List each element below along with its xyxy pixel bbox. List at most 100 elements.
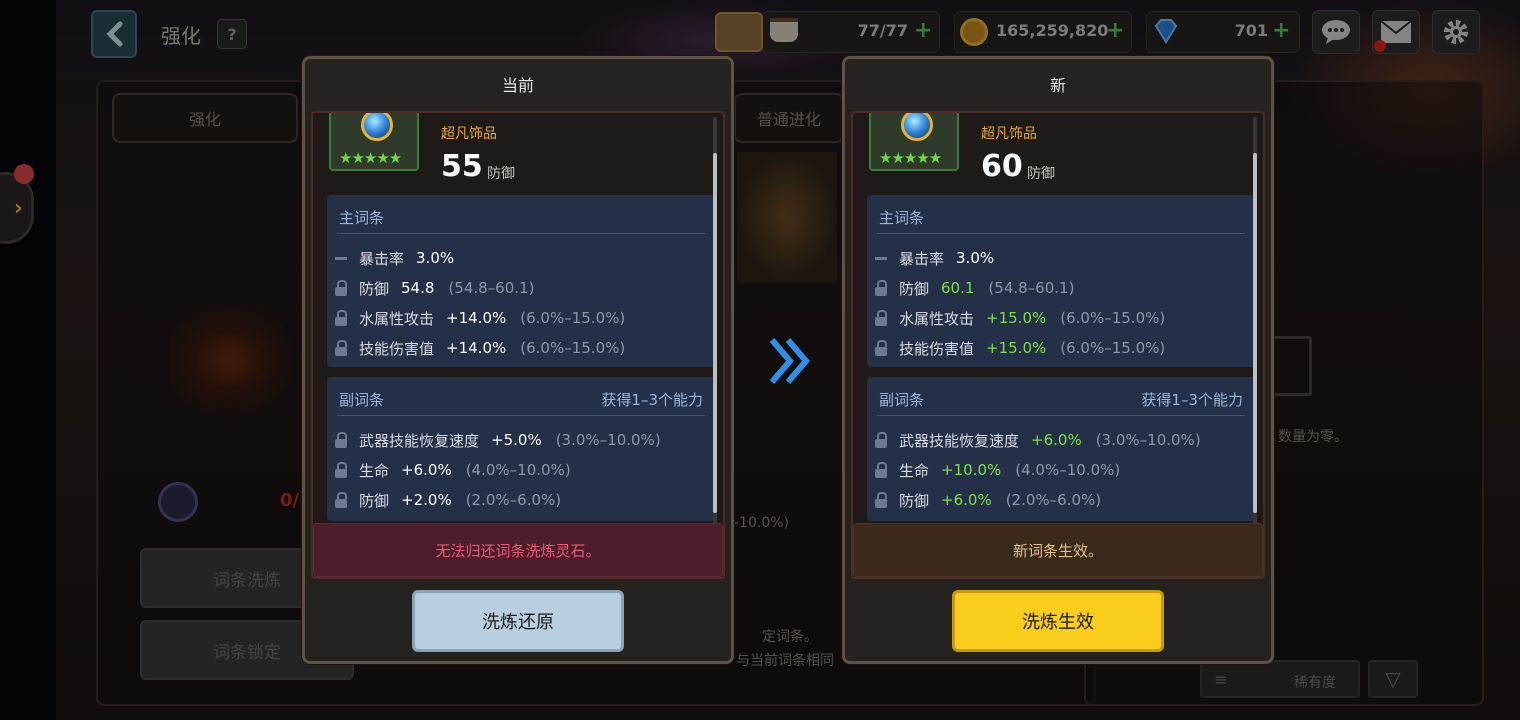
stat-row: 生命 +6.0% (4.0%–10.0%) <box>335 459 571 481</box>
stat-range: (6.0%–15.0%) <box>520 339 626 357</box>
lock-icon[interactable] <box>335 462 347 478</box>
lock-icon[interactable] <box>875 492 887 508</box>
stat-name: 武器技能恢复速度 <box>359 431 480 450</box>
stat-name: 生命 <box>359 461 390 480</box>
stat-name: 防御 <box>359 279 390 298</box>
lock-icon[interactable] <box>335 280 347 296</box>
lock-icon[interactable] <box>875 280 887 296</box>
stat-name: 暴击率 <box>359 249 405 268</box>
main-stats-box: 主词条 暴击率 3.0% 防御 60.1 (54.8–60.1) 水属性攻击 +15.0… <box>867 195 1255 367</box>
stat-row: 水属性攻击 +14.0% (6.0%–15.0%) <box>335 307 625 329</box>
sub-stats-gain: 获得1–3个能力 <box>1141 391 1243 409</box>
stat-range: (6.0%–15.0%) <box>1060 309 1166 327</box>
stat-range: (2.0%–6.0%) <box>465 491 562 509</box>
lock-icon[interactable] <box>875 340 887 356</box>
sub-stats-title: 副词条 <box>339 391 385 409</box>
stat-name: 防御 <box>899 279 930 298</box>
stat-row: 防御 +6.0% (2.0%–6.0%) <box>875 489 1101 511</box>
rarity-stars: ★★★★★ <box>339 149 402 167</box>
stat-name: 技能伤害值 <box>359 339 435 358</box>
item-defense-label: 防御 <box>487 166 515 182</box>
stat-row: 生命 +10.0% (4.0%–10.0%) <box>875 459 1120 481</box>
rarity-stars: ★★★★★ <box>879 149 942 167</box>
item-grade: 超凡饰品 <box>441 126 497 142</box>
new-panel-header: 新 <box>845 59 1271 109</box>
stat-name: 水属性攻击 <box>359 309 435 328</box>
stat-value: +14.0% <box>446 339 507 357</box>
stat-value: +10.0% <box>941 461 1002 479</box>
lock-icon[interactable] <box>335 492 347 508</box>
sub-stats-box: 副词条 获得1–3个能力 武器技能恢复速度 +6.0% (3.0%–10.0%) 生… <box>867 377 1255 521</box>
modal-overlay <box>0 0 1520 720</box>
stat-row: 武器技能恢复速度 +6.0% (3.0%–10.0%) <box>875 429 1201 451</box>
lock-icon[interactable] <box>875 432 887 448</box>
main-stats-title: 主词条 <box>879 209 925 227</box>
stat-value: +5.0% <box>491 431 542 449</box>
lock-icon[interactable] <box>335 432 347 448</box>
current-panel-header: 当前 <box>305 59 731 109</box>
stat-range: (6.0%–15.0%) <box>1060 339 1166 357</box>
scrollbar-thumb[interactable] <box>1253 153 1257 513</box>
item-defense-value: 60 <box>981 149 1023 184</box>
stat-value: +15.0% <box>986 309 1047 327</box>
dash-icon <box>335 256 347 260</box>
divider <box>337 415 705 416</box>
item-defense-label: 防御 <box>1027 166 1055 182</box>
main-stats-title: 主词条 <box>339 209 385 227</box>
stat-value: +6.0% <box>401 461 452 479</box>
stat-name: 防御 <box>359 491 390 510</box>
stat-range: (4.0%–10.0%) <box>465 461 571 479</box>
stat-value: +6.0% <box>941 491 992 509</box>
stat-row: 水属性攻击 +15.0% (6.0%–15.0%) <box>875 307 1165 329</box>
stat-row: 防御 54.8 (54.8–60.1) <box>335 277 534 299</box>
stat-name: 防御 <box>899 491 930 510</box>
stat-name: 暴击率 <box>899 249 945 268</box>
new-item-panel: 新 ★★★★★ 超凡饰品 60 防御 主词条 暴击率 3.0% 防御 60.1 (54… <box>842 56 1274 664</box>
stat-name: 技能伤害值 <box>899 339 975 358</box>
stat-row: 技能伤害值 +15.0% (6.0%–15.0%) <box>875 337 1165 359</box>
stat-row: 暴击率 3.0% <box>875 247 1008 269</box>
accessory-icon: ★★★★★ <box>869 113 959 171</box>
new-item-details[interactable]: ★★★★★ 超凡饰品 60 防御 主词条 暴击率 3.0% 防御 60.1 (54.8… <box>851 111 1265 579</box>
main-stats-box: 主词条 暴击率 3.0% 防御 54.8 (54.8–60.1) 水属性攻击 +14.0… <box>327 195 715 367</box>
sub-stats-gain: 获得1–3个能力 <box>601 391 703 409</box>
stat-value: 3.0% <box>956 249 995 267</box>
divider <box>877 415 1245 416</box>
stat-value: +6.0% <box>1031 431 1082 449</box>
lock-icon[interactable] <box>335 340 347 356</box>
sub-stats-title: 副词条 <box>879 391 925 409</box>
ring-icon <box>901 113 933 141</box>
apply-button[interactable]: 洗炼生效 <box>952 590 1164 652</box>
success-notice: 新词条生效。 <box>853 523 1263 577</box>
current-item-details[interactable]: ★★★★★ 超凡饰品 55 防御 主词条 暴击率 3.0% 防御 54.8 (54.8… <box>311 111 725 579</box>
divider <box>877 233 1245 234</box>
restore-button[interactable]: 洗炼还原 <box>412 590 624 652</box>
divider <box>337 233 705 234</box>
dash-icon <box>875 256 887 260</box>
lock-icon[interactable] <box>875 310 887 326</box>
stat-value: 3.0% <box>416 249 455 267</box>
stat-name: 生命 <box>899 461 930 480</box>
double-chevron-right-icon <box>768 336 812 386</box>
sub-stats-box: 副词条 获得1–3个能力 武器技能恢复速度 +5.0% (3.0%–10.0%) 生… <box>327 377 715 521</box>
lock-icon[interactable] <box>875 462 887 478</box>
scrollbar-thumb[interactable] <box>713 153 717 513</box>
stat-row: 技能伤害值 +14.0% (6.0%–15.0%) <box>335 337 625 359</box>
stat-range: (54.8–60.1) <box>448 279 535 297</box>
item-grade: 超凡饰品 <box>981 126 1037 142</box>
stat-value: 54.8 <box>401 279 435 297</box>
stat-value: +2.0% <box>401 491 452 509</box>
stat-range: (54.8–60.1) <box>988 279 1075 297</box>
stat-row: 武器技能恢复速度 +5.0% (3.0%–10.0%) <box>335 429 661 451</box>
stat-range: (2.0%–6.0%) <box>1005 491 1102 509</box>
item-defense-value: 55 <box>441 149 483 184</box>
stat-value: 60.1 <box>941 279 975 297</box>
warning-notice: 无法归还词条洗炼灵石。 <box>313 523 723 577</box>
accessory-icon: ★★★★★ <box>329 113 419 171</box>
ring-icon <box>361 113 393 141</box>
stat-range: (6.0%–15.0%) <box>520 309 626 327</box>
stat-row: 暴击率 3.0% <box>335 247 468 269</box>
stat-value: +15.0% <box>986 339 1047 357</box>
stat-name: 水属性攻击 <box>899 309 975 328</box>
lock-icon[interactable] <box>335 310 347 326</box>
